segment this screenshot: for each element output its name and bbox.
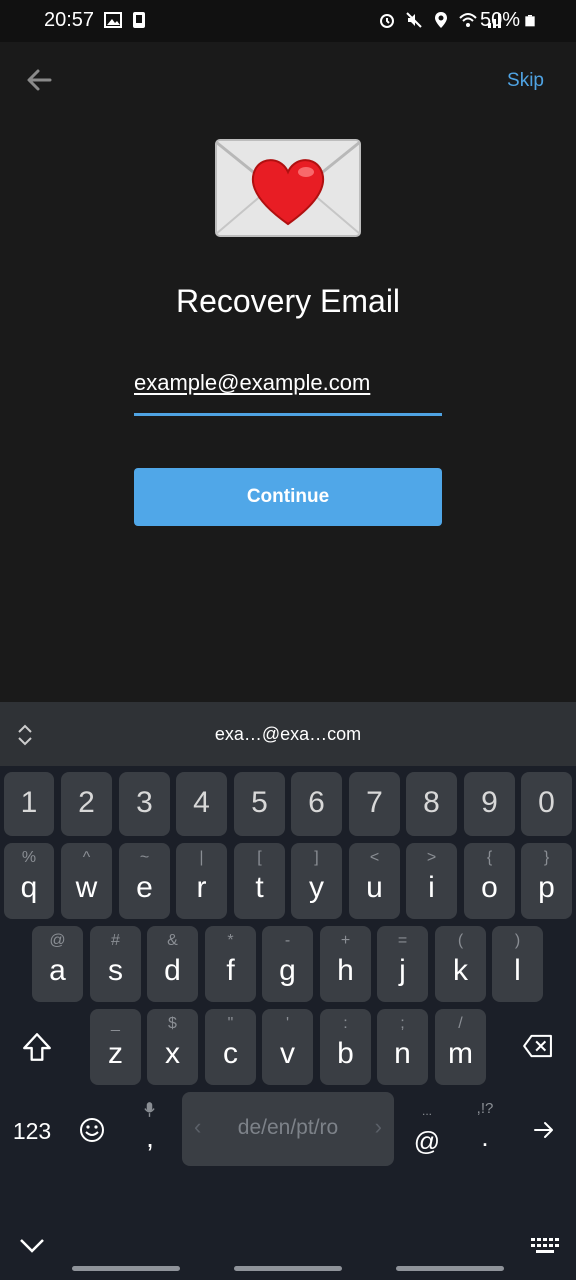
- key-i[interactable]: > i: [406, 843, 457, 919]
- key-x[interactable]: $ x: [147, 1009, 198, 1085]
- page-title: Recovery Email: [175, 283, 401, 319]
- key-r[interactable]: | r: [176, 843, 227, 919]
- key-z[interactable]: _ z: [90, 1009, 141, 1085]
- key-3[interactable]: 3: [119, 772, 170, 836]
- battery-percent: 50%: [479, 9, 520, 31]
- key-9[interactable]: 9: [464, 772, 515, 836]
- key-2[interactable]: 2: [61, 772, 112, 836]
- key-8[interactable]: 8: [406, 772, 457, 836]
- microphone-icon[interactable]: [144, 1102, 155, 1117]
- key-g[interactable]: -g: [262, 926, 313, 1002]
- mute-icon: [406, 12, 422, 28]
- emoji-icon[interactable]: [79, 1117, 105, 1143]
- spacebar-label: de/en/pt/ro: [237, 1116, 339, 1139]
- key-u[interactable]: < u: [349, 843, 400, 919]
- key-0[interactable]: 0: [521, 772, 572, 836]
- nav-pill-right[interactable]: [396, 1266, 504, 1271]
- key-e[interactable]: ~ e: [119, 843, 170, 919]
- key-c[interactable]: " c: [205, 1009, 256, 1085]
- key-o[interactable]: {o: [464, 843, 515, 919]
- email-underline: [134, 413, 442, 416]
- backspace-icon[interactable]: [522, 1034, 554, 1058]
- email-value[interactable]: example@example.com: [134, 370, 370, 396]
- period-hint: ,!?: [476, 1100, 494, 1117]
- key-l[interactable]: ) l: [492, 926, 543, 1002]
- continue-label: Continue: [246, 486, 330, 507]
- skip-button[interactable]: Skip: [507, 70, 544, 92]
- key-a[interactable]: @ a: [32, 926, 83, 1002]
- key-j[interactable]: = j: [377, 926, 428, 1002]
- key-at[interactable]: @: [410, 1126, 444, 1157]
- status-time: 20:57: [44, 9, 95, 31]
- key-4[interactable]: 4: [176, 772, 227, 836]
- email-field[interactable]: example@example.com: [134, 362, 442, 416]
- key-n[interactable]: ; n: [377, 1009, 428, 1085]
- alarm-icon: [380, 14, 394, 28]
- key-comma[interactable]: ,: [136, 1122, 164, 1154]
- battery-icon: [525, 15, 535, 27]
- key-h[interactable]: + h: [320, 926, 371, 1002]
- shift-icon[interactable]: [20, 1030, 54, 1064]
- key-p[interactable]: } p: [521, 843, 572, 919]
- key-6[interactable]: 6: [291, 772, 342, 836]
- key-s[interactable]: # s: [90, 926, 141, 1002]
- key-v[interactable]: ' v: [262, 1009, 313, 1085]
- suggestion-bar: exa…@exa…com: [0, 702, 576, 766]
- nav-pill-center[interactable]: [234, 1266, 342, 1271]
- continue-button[interactable]: Continue: [134, 468, 442, 526]
- keyboard-icon[interactable]: [530, 1236, 560, 1256]
- key-7[interactable]: 7: [349, 772, 400, 836]
- status-bar: 20:57 50%: [0, 0, 576, 42]
- wifi-icon: [459, 13, 477, 27]
- nav-pill-left[interactable]: [72, 1266, 180, 1271]
- key-y[interactable]: ] y: [291, 843, 342, 919]
- love-letter-icon: [215, 139, 361, 237]
- image-icon: [104, 12, 122, 28]
- key-k[interactable]: (k: [435, 926, 486, 1002]
- key-f[interactable]: * f: [205, 926, 256, 1002]
- key-b[interactable]: :b: [320, 1009, 371, 1085]
- spacebar[interactable]: ‹ de/en/pt/ro ›: [182, 1092, 394, 1166]
- key-123[interactable]: 123: [4, 1118, 60, 1145]
- key-t[interactable]: [t: [234, 843, 285, 919]
- back-arrow-icon[interactable]: [24, 64, 56, 96]
- key-5[interactable]: 5: [234, 772, 285, 836]
- key-d[interactable]: & d: [147, 926, 198, 1002]
- at-hint: ...: [421, 1104, 432, 1118]
- key-q[interactable]: % q: [4, 843, 54, 919]
- key-w[interactable]: ^ w: [61, 843, 112, 919]
- location-icon: [435, 12, 447, 28]
- key-1[interactable]: 1: [4, 772, 54, 836]
- suggestion-text[interactable]: exa…@exa…com: [0, 724, 576, 745]
- chevron-down-icon[interactable]: [19, 1238, 45, 1254]
- keyboard: exa…@exa…com 1 2 3 4 5 6 7 8 9 0 % q ^ w ~…: [0, 702, 576, 1280]
- device-icon: [133, 12, 145, 28]
- arrow-right-icon[interactable]: [532, 1118, 556, 1142]
- key-m[interactable]: / m: [435, 1009, 486, 1085]
- chevron-right-icon: ›: [374, 1114, 382, 1139]
- key-period[interactable]: .: [470, 1122, 500, 1153]
